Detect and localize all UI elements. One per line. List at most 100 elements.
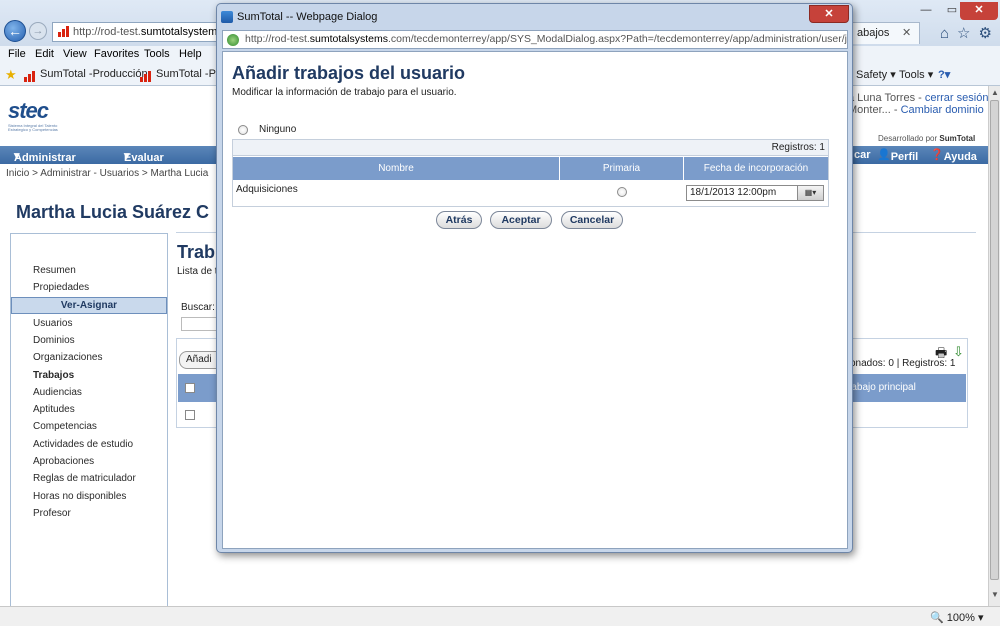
sidebar-item-trabajos[interactable]: Trabajos [33,370,74,381]
chart-icon [140,70,152,82]
user-line: a Luna Torres - cerrar sesión [848,92,989,104]
sidebar-item-aprobaciones[interactable]: Aprobaciones [33,456,94,467]
job-name-cell: Adquisiciones [236,184,298,195]
tools-label: Tools [899,69,925,81]
page-scrollbar[interactable]: ▲ ▼ [988,86,1000,606]
dialog-subheading: Modificar la información de trabajo para… [232,87,457,98]
nav-administrar[interactable]: Administrar ▾ [14,149,76,164]
search-label: Buscar: [181,302,215,313]
menu-help[interactable]: Help [179,48,202,60]
dialog-close-icon[interactable]: ✕ [809,5,849,23]
accept-button[interactable]: Aceptar [490,211,552,229]
sidebar-item-usuarios[interactable]: Usuarios [33,318,72,329]
breadcrumb[interactable]: Inicio > Administrar - Usuarios > Martha… [6,168,208,179]
logo-mark: stec [8,98,49,123]
user-name: a Luna Torres [848,92,916,104]
address-bar[interactable]: http://rod-test.sumtotalsystems.com/ [52,22,222,42]
jobs-table: Registros: 1 Nombre Primaria Fecha de in… [232,139,829,207]
logout-link[interactable]: cerrar sesión [925,92,989,104]
sidebar-item-propiedades[interactable]: Propiedades [33,282,89,293]
menu-file[interactable]: File [8,48,26,60]
webpage-dialog: SumTotal -- Webpage Dialog ✕ http://rod-… [216,3,853,553]
sidebar-item-ver-asignar[interactable]: Ver-Asignar [11,297,167,314]
join-date-value: 18/1/2013 12:00pm [690,187,777,198]
favorite-link[interactable]: SumTotal -Pru [140,68,226,82]
sidebar-item-reglas[interactable]: Reglas de matriculador [33,473,136,484]
profile-label: Perfil [890,151,919,163]
select-all-checkbox[interactable] [185,383,195,393]
zoom-control[interactable]: 🔍 100% ▾ [930,611,983,624]
favorite-link[interactable]: SumTotal -Producción [24,68,148,82]
stec-logo: stec Sistema Integral del Talento Estrat… [8,98,58,132]
logo-tagline: Sistema Integral del Talento Estrategico… [8,123,58,132]
address-text: http://rod-test.sumtotalsystems.com/ [73,26,222,38]
menu-edit[interactable]: Edit [35,48,54,60]
sidebar-item-profesor[interactable]: Profesor [33,508,71,519]
nav-label: Administrar [14,152,76,164]
safety-menu[interactable]: Safety ▾ [856,68,896,81]
menu-tools[interactable]: Tools [144,48,170,60]
back-button[interactable]: Atrás [436,211,482,229]
domain-line: Monter... - Cambiar dominio [848,104,984,116]
help-icon[interactable]: ?▾ [938,68,950,81]
calendar-icon[interactable]: ▦▾ [797,186,823,200]
records-bar: Registros: 1 [233,140,828,156]
scroll-thumb[interactable] [990,100,999,580]
none-radio-label: Ninguno [259,124,297,135]
sidebar-item-actividades[interactable]: Actividades de estudio [33,439,133,450]
tab-close-icon[interactable]: ✕ [902,26,911,39]
tab-label: abajos [857,27,890,39]
globe-icon [227,34,239,46]
column-header-primaria[interactable]: Primaria [560,157,684,180]
join-date-input[interactable]: 18/1/2013 12:00pm ▦▾ [686,185,824,201]
site-favicon-icon [58,25,70,37]
close-window-icon[interactable]: ✕ [960,2,998,20]
minimize-icon[interactable]: — [912,2,940,20]
home-gear-icons[interactable]: ⌂☆⚙ [940,24,1000,42]
back-arrow-icon[interactable]: ← [4,20,26,42]
section-subheading: Lista de t [177,266,218,277]
developed-by: Desarrollado por SumTotal [878,134,975,143]
help-link[interactable]: ❓ Ayuda [930,148,977,163]
sidebar-item-dominios[interactable]: Dominios [33,335,75,346]
scroll-up-icon[interactable]: ▲ [991,88,999,97]
dialog-body: Añadir trabajos del usuario Modificar la… [222,51,848,549]
menu-favorites[interactable]: Favorites [94,48,139,60]
status-bar: 🔍 100% ▾ [0,606,1000,626]
sidebar-item-aptitudes[interactable]: Aptitudes [33,404,75,415]
sidebar-item-competencias[interactable]: Competencias [33,421,97,432]
column-header-nombre[interactable]: Nombre [233,157,560,180]
forward-arrow-icon[interactable]: → [29,22,47,40]
favorite-label: SumTotal -Producción [40,68,148,80]
favorites-star-icon[interactable]: ★ [5,67,17,83]
sidebar-item-audiencias[interactable]: Audiencias [33,387,82,398]
search-input[interactable] [181,317,221,331]
sidebar: Resumen Propiedades Ver-Asignar Usuarios… [10,233,168,606]
nav-label: Evaluar [124,152,164,164]
domain-name: Monter... [848,104,891,116]
dialog-heading: Añadir trabajos del usuario [232,63,466,83]
dialog-app-icon [221,11,233,23]
profile-link[interactable]: 👤 Perfil [877,148,918,163]
none-radio[interactable] [238,125,248,135]
sidebar-item-resumen[interactable]: Resumen [33,265,76,276]
change-domain-link[interactable]: Cambiar dominio [901,104,984,116]
developed-brand: SumTotal [939,134,976,143]
menu-view[interactable]: View [63,48,87,60]
nav-evaluar[interactable]: Evaluar ▾ [124,149,164,164]
dialog-title: SumTotal -- Webpage Dialog [237,11,378,23]
primary-radio[interactable] [617,187,627,197]
sidebar-item-horas[interactable]: Horas no disponibles [33,491,126,502]
dialog-url-text: http://rod-test.sumtotalsystems.com/tecd… [245,33,848,45]
sidebar-item-organizaciones[interactable]: Organizaciones [33,352,102,363]
column-header-fecha[interactable]: Fecha de incorporación [684,157,828,180]
row-checkbox[interactable] [185,410,195,420]
zoom-level: 100% [946,612,975,624]
records-count: Registros: 1 [771,142,825,153]
safety-label: Safety [856,69,888,81]
cancel-button[interactable]: Cancelar [561,211,623,229]
help-label: Ayuda [943,151,977,163]
tools-menu[interactable]: Tools ▾ [899,68,933,81]
scroll-down-icon[interactable]: ▼ [991,590,999,599]
nav-search[interactable]: car [854,149,871,161]
